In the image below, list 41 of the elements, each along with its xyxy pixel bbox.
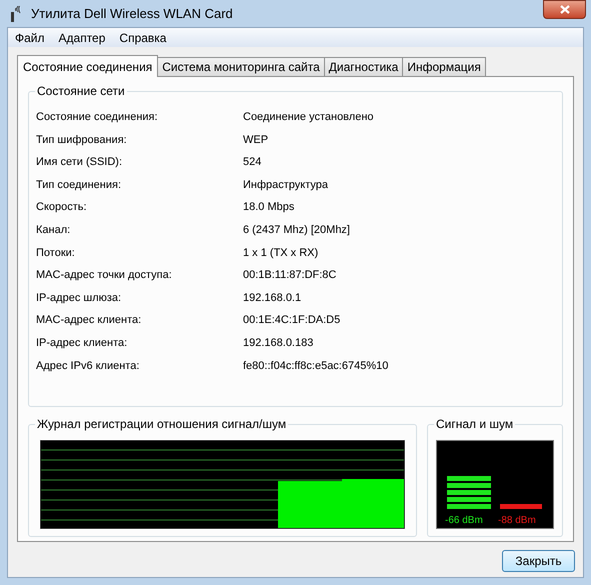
menu-item[interactable]: Адаптер	[54, 28, 110, 46]
field-label: Скорость:	[36, 200, 88, 216]
field-value: 6 (2437 Mhz) [20Mhz]	[243, 223, 350, 238]
field-value: 18.0 Mbps	[243, 200, 294, 216]
field-value: 1 x 1 (TX x RX)	[243, 246, 318, 261]
field-label: Состояние соединения:	[36, 110, 159, 126]
signal-bars-icon	[447, 476, 491, 512]
tab[interactable]: Состояние соединения	[17, 55, 158, 77]
group-title: Журнал регистрации отношения сигнал/шум	[35, 416, 288, 432]
field-label: MAC-адрес точки доступа:	[36, 268, 173, 284]
close-icon	[560, 5, 570, 14]
field-label: IP-адрес клиента:	[36, 336, 128, 351]
menu-item[interactable]: Справка	[114, 28, 172, 46]
field-label: Адрес IPv6 клиента:	[36, 358, 140, 374]
field-label: Тип соединения:	[36, 178, 122, 193]
field-value: Инфраструктура	[243, 178, 328, 193]
field-label: Канал:	[36, 223, 72, 238]
signal-reading: -66 dBm	[445, 515, 483, 527]
tab[interactable]: Диагностика	[324, 57, 404, 76]
field-value: Соединение установлено	[243, 110, 374, 126]
field-label: IP-адрес шлюза:	[36, 290, 122, 306]
field-value: WEP	[243, 132, 268, 148]
field-label: Имя сети (SSID):	[36, 155, 124, 170]
menu-item[interactable]: Файл	[10, 28, 50, 46]
field-value: 192.168.0.183	[243, 336, 314, 351]
field-value: 00:1E:4C:1F:DA:D5	[243, 313, 340, 328]
field-value: 192.168.0.1	[243, 290, 302, 306]
field-label: Потоки:	[36, 246, 76, 261]
tab[interactable]: Информация	[402, 57, 486, 76]
noise-bar-icon	[500, 504, 542, 509]
close-button[interactable]: Закрыть	[502, 550, 575, 572]
field-label: Тип шифрования:	[36, 132, 128, 148]
close-window-button[interactable]	[543, 0, 586, 19]
tab[interactable]: Система мониторинга сайта	[157, 57, 325, 76]
field-value: 524	[243, 155, 262, 170]
field-label: MAC-адрес клиента:	[36, 313, 142, 328]
field-value: 00:1B:11:87:DF:8C	[243, 268, 336, 284]
noise-reading: -88 dBm	[498, 515, 536, 527]
window-title: Утилита Dell Wireless WLAN Card	[31, 4, 233, 23]
wireless-antenna-icon	[9, 6, 23, 22]
field-value: fe80::f04c:ff8c:e5ac:6745%10	[243, 358, 388, 374]
